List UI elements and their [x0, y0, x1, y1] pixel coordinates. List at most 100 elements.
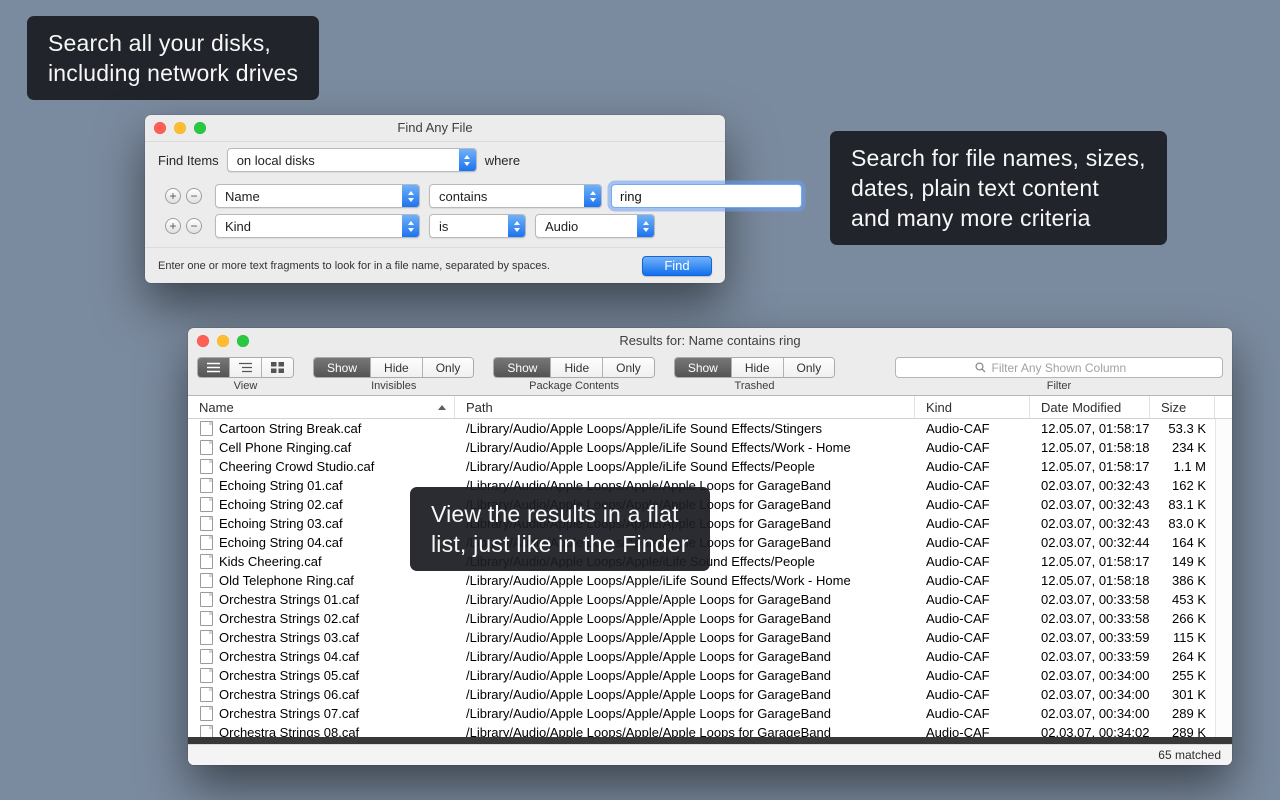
cell-size: 234 K	[1150, 440, 1215, 455]
value-popup[interactable]: Audio	[535, 214, 655, 238]
cell-kind: Audio-CAF	[915, 706, 1030, 721]
cell-kind: Audio-CAF	[915, 554, 1030, 569]
cell-path: /Library/Audio/Apple Loops/Apple/Apple L…	[455, 706, 915, 721]
callout-flat-list: View the results in a flat list, just li…	[410, 487, 710, 571]
cell-date-modified: 12.05.07, 01:58:17	[1030, 421, 1150, 436]
cell-size: 289 K	[1150, 725, 1215, 737]
document-icon	[200, 421, 213, 436]
filter-field[interactable]	[895, 357, 1223, 378]
table-row[interactable]: Echoing String 03.caf /Library/Audio/App…	[188, 514, 1232, 533]
search-term-input[interactable]	[611, 184, 802, 208]
table-row[interactable]: Orchestra Strings 05.caf /Library/Audio/…	[188, 666, 1232, 685]
remove-criterion-button[interactable]: −	[186, 188, 202, 204]
document-icon	[200, 478, 213, 493]
flat-list-view-button[interactable]	[198, 358, 230, 377]
detail-list-view-button[interactable]	[230, 358, 262, 377]
add-criterion-button[interactable]: +	[165, 188, 181, 204]
document-icon	[200, 573, 213, 588]
close-button[interactable]	[197, 335, 209, 347]
find-button[interactable]: Find	[642, 256, 712, 276]
table-row[interactable]: Echoing String 02.caf /Library/Audio/App…	[188, 495, 1232, 514]
table-row[interactable]: Orchestra Strings 06.caf /Library/Audio/…	[188, 685, 1232, 704]
invisibles-only-button[interactable]: Only	[423, 358, 474, 377]
table-row[interactable]: Orchestra Strings 03.caf /Library/Audio/…	[188, 628, 1232, 647]
add-criterion-button[interactable]: +	[165, 218, 181, 234]
document-icon	[200, 649, 213, 664]
cell-path: /Library/Audio/Apple Loops/Apple/Apple L…	[455, 668, 915, 683]
scope-popup[interactable]: on local disks	[227, 148, 477, 172]
table-row[interactable]: Orchestra Strings 02.caf /Library/Audio/…	[188, 609, 1232, 628]
cell-size: 301 K	[1150, 687, 1215, 702]
popup-stepper-icon	[459, 149, 476, 171]
cell-size: 164 K	[1150, 535, 1215, 550]
table-row[interactable]: Echoing String 01.caf /Library/Audio/App…	[188, 476, 1232, 495]
table-row[interactable]: Old Telephone Ring.caf /Library/Audio/Ap…	[188, 571, 1232, 590]
cell-date-modified: 02.03.07, 00:32:43	[1030, 516, 1150, 531]
column-header-date-modified[interactable]: Date Modified	[1030, 396, 1150, 418]
cell-path: /Library/Audio/Apple Loops/Apple/Apple L…	[455, 687, 915, 702]
scope-popup-value: on local disks	[237, 153, 315, 168]
operator-popup-value: is	[439, 219, 448, 234]
window-title: Find Any File	[145, 115, 725, 141]
document-icon	[200, 592, 213, 607]
cell-date-modified: 02.03.07, 00:34:00	[1030, 687, 1150, 702]
column-header-size[interactable]: Size	[1150, 396, 1215, 418]
filter-label: Filter	[1047, 380, 1071, 392]
cell-kind: Audio-CAF	[915, 478, 1030, 493]
field-popup[interactable]: Kind	[215, 214, 420, 238]
field-popup[interactable]: Name	[215, 184, 420, 208]
document-icon	[200, 668, 213, 683]
search-icon	[975, 362, 986, 373]
table-row[interactable]: Orchestra Strings 04.caf /Library/Audio/…	[188, 647, 1232, 666]
vertical-scrollbar[interactable]	[1215, 419, 1232, 737]
cell-date-modified: 02.03.07, 00:33:59	[1030, 649, 1150, 664]
filter-input[interactable]	[990, 360, 1144, 376]
table-row[interactable]: Cartoon String Break.caf /Library/Audio/…	[188, 419, 1232, 438]
cell-name: Orchestra Strings 03.caf	[219, 630, 359, 645]
table-row[interactable]: Kids Cheering.caf /Library/Audio/Apple L…	[188, 552, 1232, 571]
column-header-kind[interactable]: Kind	[915, 396, 1030, 418]
operator-popup[interactable]: contains	[429, 184, 602, 208]
grid-view-button[interactable]	[262, 358, 293, 377]
results-window-titlebar[interactable]: Results for: Name contains ring	[188, 328, 1232, 354]
table-bottom-strip	[188, 737, 1232, 744]
cell-size: 289 K	[1150, 706, 1215, 721]
cell-name: Cartoon String Break.caf	[219, 421, 361, 436]
find-items-label: Find Items	[158, 153, 219, 168]
table-row[interactable]: Cell Phone Ringing.caf /Library/Audio/Ap…	[188, 438, 1232, 457]
table-row[interactable]: Orchestra Strings 07.caf /Library/Audio/…	[188, 704, 1232, 723]
trashed-only-button[interactable]: Only	[784, 358, 835, 377]
minimize-button[interactable]	[217, 335, 229, 347]
find-window-titlebar[interactable]: Find Any File	[145, 115, 725, 142]
criterion-row-kind: + − Kind is Audio	[165, 214, 664, 238]
table-row[interactable]: Orchestra Strings 01.caf /Library/Audio/…	[188, 590, 1232, 609]
invisibles-hide-button[interactable]: Hide	[371, 358, 423, 377]
cell-name: Orchestra Strings 07.caf	[219, 706, 359, 721]
zoom-button[interactable]	[237, 335, 249, 347]
table-row[interactable]: Orchestra Strings 08.caf /Library/Audio/…	[188, 723, 1232, 737]
filter-control-group: Filter	[895, 357, 1223, 392]
column-header-path[interactable]: Path	[455, 396, 915, 418]
trashed-show-button[interactable]: Show	[675, 358, 732, 377]
minimize-button[interactable]	[174, 122, 186, 134]
close-button[interactable]	[154, 122, 166, 134]
package-show-button[interactable]: Show	[494, 358, 551, 377]
column-header-name[interactable]: Name	[188, 396, 455, 418]
invisibles-show-button[interactable]: Show	[314, 358, 371, 377]
window-title: Results for: Name contains ring	[188, 328, 1232, 354]
table-row[interactable]: Echoing String 04.caf /Library/Audio/App…	[188, 533, 1232, 552]
trashed-hide-button[interactable]: Hide	[732, 358, 784, 377]
package-only-button[interactable]: Only	[603, 358, 654, 377]
cell-path: /Library/Audio/Apple Loops/Apple/iLife S…	[455, 421, 915, 436]
cell-kind: Audio-CAF	[915, 630, 1030, 645]
cell-date-modified: 02.03.07, 00:32:43	[1030, 497, 1150, 512]
operator-popup[interactable]: is	[429, 214, 526, 238]
hint-text: Enter one or more text fragments to look…	[158, 260, 550, 272]
zoom-button[interactable]	[194, 122, 206, 134]
field-popup-value: Kind	[225, 219, 251, 234]
package-hide-button[interactable]: Hide	[551, 358, 603, 377]
cell-date-modified: 02.03.07, 00:34:00	[1030, 668, 1150, 683]
remove-criterion-button[interactable]: −	[186, 218, 202, 234]
cell-kind: Audio-CAF	[915, 516, 1030, 531]
table-row[interactable]: Cheering Crowd Studio.caf /Library/Audio…	[188, 457, 1232, 476]
